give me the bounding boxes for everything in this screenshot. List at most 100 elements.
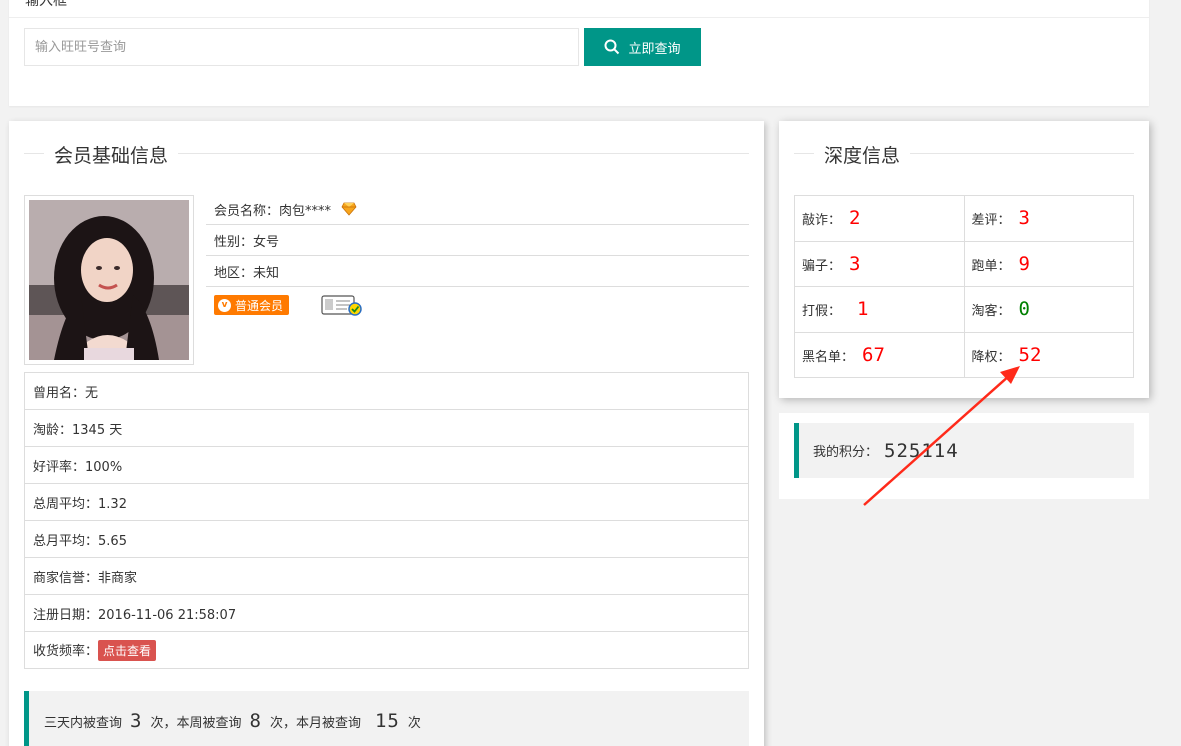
month-label: 次，本月被查询 [269, 715, 361, 731]
detail-label: 商家信誉： [33, 570, 99, 586]
search-card: 输入框 立即查询 [9, 0, 1149, 106]
deep-info-table: 敲诈： 2 差评： 3 骗子： 3 跑单： 9 打假： 1 淘客： 0 黑名单： 67 降权：… [794, 195, 1134, 378]
deep-label: 敲诈： [802, 213, 842, 229]
table-row: 打假： 1 淘客： 0 [794, 286, 1134, 333]
deep-value: 0 [1018, 298, 1030, 321]
region-row: 地区： 未知 [206, 256, 749, 287]
count-suffix: 次 [407, 715, 421, 731]
search-button[interactable]: 立即查询 [584, 28, 701, 66]
detail-label: 收货频率： [33, 643, 99, 659]
detail-label: 好评率： [33, 459, 86, 475]
table-row: 总月平均：5.65 [24, 520, 749, 558]
member-level-badge: v 普通会员 [214, 295, 290, 315]
month-count: 15 [374, 710, 400, 732]
deep-value: 3 [849, 252, 861, 275]
search-input[interactable] [24, 28, 579, 66]
region-value: 未知 [253, 265, 280, 281]
details-cell: 淘龄：1345 天 [24, 409, 749, 447]
deep-cell-downgrade: 降权： 52 [963, 331, 1134, 378]
member-info-card: 会员基础信息 会员名称： 肉包**** 性别： 女号 地区： 未知 v 普通会员… [9, 121, 764, 746]
search-icon [604, 39, 620, 55]
points-label: 我的积分： [813, 445, 879, 460]
details-cell: 好评率：100% [24, 446, 749, 484]
deep-section-title: 深度信息 [814, 141, 911, 168]
deep-value: 9 [1018, 252, 1030, 275]
gender-value: 女号 [253, 234, 280, 250]
points-card: 我的积分： 525114 [779, 413, 1149, 499]
deep-value: 52 [1018, 343, 1042, 366]
member-level-label: 普通会员 [235, 298, 284, 313]
id-verified-icon [321, 295, 362, 316]
table-row: 敲诈： 2 差评： 3 [794, 195, 1134, 242]
detail-value: 100% [85, 459, 123, 475]
table-row: 商家信誉：非商家 [24, 557, 749, 595]
deep-value: 1 [857, 298, 869, 321]
gender-label: 性别： [214, 234, 254, 250]
deep-cell-scammer: 骗子： 3 [794, 240, 965, 287]
details-cell: 注册日期：2016-11-06 21:58:07 [24, 594, 749, 632]
deep-value: 3 [1018, 207, 1030, 230]
table-row: 收货频率： 点击查看 [24, 631, 749, 669]
deep-cell-extortion: 敲诈： 2 [794, 195, 965, 242]
detail-label: 总月平均： [33, 533, 99, 549]
points-bar: 我的积分： 525114 [794, 423, 1134, 478]
detail-label: 总周平均： [33, 496, 99, 512]
query-count-bar: 三天内被查询 3 次，本周被查询 8 次，本月被查询 15 次 [24, 691, 749, 746]
detail-value: 5.65 [98, 533, 127, 549]
search-card-label: 输入框 [25, 0, 67, 9]
details-cell: 总周平均：1.32 [24, 483, 749, 521]
week-count: 8 [249, 710, 262, 732]
gender-row: 性别： 女号 [206, 225, 749, 256]
avatar-image [29, 200, 189, 360]
member-name-row: 会员名称： 肉包**** [206, 194, 749, 225]
deep-label: 降权： [971, 349, 1011, 365]
member-section-header: 会员基础信息 [24, 141, 749, 168]
region-label: 地区： [214, 265, 254, 281]
points-value: 525114 [884, 439, 959, 462]
detail-label: 注册日期： [33, 607, 99, 623]
v-icon: v [218, 298, 231, 312]
deep-cell-runaway: 跑单： 9 [963, 240, 1134, 287]
deep-label: 差评： [971, 213, 1011, 229]
search-button-label: 立即查询 [628, 41, 681, 57]
view-frequency-button[interactable]: 点击查看 [98, 639, 157, 661]
deep-cell-bad-review: 差评： 3 [963, 195, 1134, 242]
deep-label: 跑单： [971, 258, 1011, 274]
member-section-title: 会员基础信息 [44, 141, 179, 168]
three-days-count: 3 [130, 710, 143, 732]
week-label: 次，本周被查询 [150, 715, 242, 731]
member-summary: 会员名称： 肉包**** 性别： 女号 地区： 未知 v 普通会员 [206, 194, 749, 323]
details-cell: 商家信誉：非商家 [24, 557, 749, 595]
deep-section-header: 深度信息 [794, 141, 1134, 168]
member-name-label: 会员名称： [214, 203, 280, 219]
detail-value: 非商家 [98, 570, 138, 586]
deep-cell-anti-fake: 打假： 1 [794, 286, 965, 333]
member-details-table: 曾用名：无 淘龄：1345 天 好评率：100% 总周平均：1.32 总月平均：… [24, 372, 749, 669]
deep-label: 骗子： [802, 258, 842, 274]
deep-label: 黑名单： [802, 349, 855, 365]
table-row: 黑名单： 67 降权： 52 [794, 331, 1134, 378]
badges-row: v 普通会员 [206, 287, 749, 323]
deep-cell-blacklist: 黑名单： 67 [794, 331, 965, 378]
table-row: 淘龄：1345 天 [24, 409, 749, 447]
detail-value: 1.32 [98, 496, 127, 512]
deep-cell-affiliate: 淘客： 0 [963, 286, 1134, 333]
three-days-label: 三天内被查询 [44, 715, 123, 731]
table-row: 骗子： 3 跑单： 9 [794, 240, 1134, 287]
detail-value: 2016-11-06 21:58:07 [98, 607, 237, 623]
details-cell: 总月平均：5.65 [24, 520, 749, 558]
detail-label: 淘龄： [33, 422, 73, 438]
detail-label: 曾用名： [33, 385, 86, 401]
divider [9, 17, 1149, 18]
table-row: 总周平均：1.32 [24, 483, 749, 521]
table-row: 好评率：100% [24, 446, 749, 484]
diamond-icon [341, 202, 357, 216]
deep-value: 67 [862, 343, 885, 366]
deep-label: 淘客： [971, 304, 1011, 320]
table-row: 曾用名：无 [24, 372, 749, 410]
deep-value: 2 [849, 207, 861, 230]
details-cell: 收货频率： 点击查看 [24, 631, 749, 669]
member-name-value: 肉包**** [279, 203, 332, 219]
avatar [24, 195, 194, 365]
detail-value: 无 [85, 385, 99, 401]
